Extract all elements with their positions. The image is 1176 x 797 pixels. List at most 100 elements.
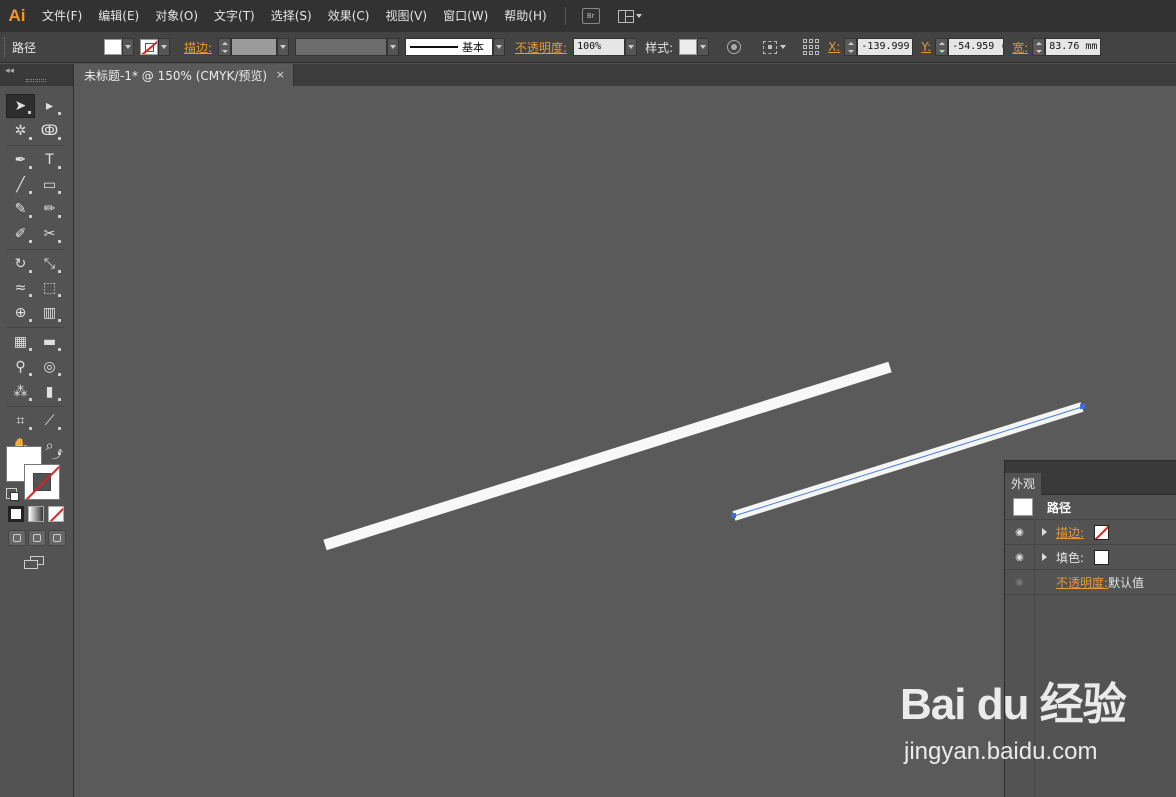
width-spinner[interactable]	[1032, 38, 1046, 56]
line-segment-tool[interactable]: ╱	[6, 173, 35, 197]
panel-header[interactable]	[1005, 461, 1176, 473]
appearance-stroke-row[interactable]: ◉ 描边:	[1005, 519, 1176, 545]
warp-tool[interactable]: ≈	[6, 276, 35, 300]
panel-grip[interactable]	[26, 79, 46, 82]
menu-select[interactable]: 选择(S)	[263, 0, 320, 32]
stroke-dropdown[interactable]	[158, 38, 170, 56]
screen-mode-button[interactable]	[24, 556, 44, 570]
variable-width-profile[interactable]	[295, 38, 388, 56]
style-dropdown[interactable]	[697, 38, 710, 56]
type-tool[interactable]: T	[35, 148, 64, 172]
blob-brush-tool[interactable]: ✐	[6, 222, 35, 246]
opacity-field[interactable]: 100%	[573, 38, 626, 56]
bridge-button[interactable]: Br	[581, 8, 600, 24]
menu-edit[interactable]: 编辑(E)	[90, 0, 147, 32]
panel-grip[interactable]	[4, 37, 8, 57]
menu-type[interactable]: 文字(T)	[206, 0, 263, 32]
document-tab[interactable]: 未标题-1* @ 150% (CMYK/预览) ×	[74, 64, 294, 86]
anchor-point[interactable]	[731, 513, 736, 518]
eyedropper-tool[interactable]: ⚲	[6, 355, 35, 379]
artboard-tool[interactable]: ⌗	[6, 409, 35, 433]
stroke-none-swatch[interactable]	[1094, 524, 1110, 540]
direct-selection-tool[interactable]: ▸	[35, 94, 64, 118]
none-mode-button[interactable]	[48, 506, 64, 522]
menu-help[interactable]: 帮助(H)	[496, 0, 554, 32]
opacity-link[interactable]: 不透明度:	[515, 39, 567, 56]
x-field[interactable]: -139.999	[857, 38, 914, 56]
gradient-tool[interactable]: ▬	[35, 330, 64, 354]
opacity-dropdown[interactable]	[625, 38, 638, 56]
scale-tool[interactable]: ⤡	[35, 252, 64, 276]
lasso-tool[interactable]: ↂ	[35, 119, 64, 143]
column-graph-tool[interactable]: ▮	[35, 380, 64, 404]
shape-builder-tool[interactable]: ⊕	[6, 301, 35, 325]
color-mode-button[interactable]	[8, 506, 24, 522]
width-profile-dropdown[interactable]	[387, 38, 400, 56]
fill-swatch[interactable]	[104, 39, 122, 55]
draw-inside-button[interactable]	[48, 530, 66, 546]
workspace-layout-button[interactable]	[617, 9, 642, 23]
slice-tool[interactable]: ⟋	[35, 409, 64, 433]
width-field[interactable]: 83.76 mm	[1045, 38, 1102, 56]
collapse-icon[interactable]: ◂◂	[5, 66, 14, 76]
menu-view[interactable]: 视图(V)	[377, 0, 435, 32]
swap-fill-stroke-icon[interactable]: ⤴	[52, 446, 63, 462]
menu-effect[interactable]: 效果(C)	[320, 0, 378, 32]
expand-triangle-icon[interactable]	[1042, 528, 1047, 536]
blend-tool[interactable]: ◎	[35, 355, 64, 379]
graphic-style-swatch[interactable]	[679, 39, 698, 55]
y-field[interactable]: -54.959 (	[948, 38, 1005, 56]
width-link[interactable]: 宽:	[1012, 39, 1028, 56]
appearance-object-row[interactable]: 路径	[1005, 495, 1176, 520]
stroke-color-box[interactable]	[24, 464, 60, 500]
appearance-opacity-link[interactable]: 不透明度:	[1056, 574, 1108, 591]
close-icon[interactable]: ×	[276, 68, 285, 81]
perspective-grid-tool[interactable]: ▥	[35, 301, 64, 325]
selection-tool[interactable]: ➤	[6, 94, 35, 118]
rotate-tool[interactable]: ↻	[6, 252, 35, 276]
expand-triangle-icon[interactable]	[1042, 553, 1047, 561]
symbol-sprayer-tool[interactable]: ⁂	[6, 380, 35, 404]
stroke-weight-spinner[interactable]	[218, 38, 232, 56]
y-spinner[interactable]	[935, 38, 949, 56]
menu-object[interactable]: 对象(O)	[147, 0, 206, 32]
gradient-mode-button[interactable]	[28, 506, 44, 522]
fill-dropdown[interactable]	[122, 38, 134, 56]
stroke-link[interactable]: 描边:	[184, 39, 212, 56]
stroke-weight-dropdown[interactable]	[277, 38, 290, 56]
eye-icon[interactable]: ◉	[1005, 519, 1035, 545]
menu-file[interactable]: 文件(F)	[34, 0, 90, 32]
pencil-tool[interactable]: ✏	[35, 197, 64, 221]
stroke-swatch[interactable]	[140, 39, 158, 55]
draw-normal-button[interactable]	[8, 530, 26, 546]
paintbrush-tool[interactable]: ✎	[6, 197, 35, 221]
unselected-line-path[interactable]	[323, 361, 892, 551]
tab-appearance[interactable]: 外观	[1005, 473, 1041, 495]
brush-dropdown[interactable]	[493, 38, 506, 56]
fill-white-swatch[interactable]	[1094, 549, 1110, 565]
chevron-down-icon[interactable]	[780, 45, 787, 49]
anchor-point[interactable]	[1080, 404, 1085, 409]
recolor-artwork-icon[interactable]	[727, 40, 742, 54]
mesh-tool[interactable]: ▦	[6, 330, 35, 354]
stroke-weight-field[interactable]	[231, 38, 278, 56]
x-link[interactable]: X:	[828, 40, 840, 54]
appearance-stroke-link[interactable]: 描边:	[1056, 524, 1084, 541]
rectangle-tool[interactable]: ▭	[35, 173, 64, 197]
scissors-tool[interactable]: ✂	[35, 222, 64, 246]
eye-icon[interactable]: ◉	[1005, 569, 1035, 595]
pen-tool[interactable]: ✒	[6, 148, 35, 172]
default-fill-stroke-icon[interactable]	[6, 488, 19, 501]
reference-point-icon[interactable]	[802, 38, 820, 56]
magic-wand-tool[interactable]: ✲	[6, 119, 35, 143]
appearance-opacity-row[interactable]: ◉ 不透明度: 默认值	[1005, 569, 1176, 595]
eye-icon[interactable]: ◉	[1005, 544, 1035, 570]
free-transform-tool[interactable]: ⬚	[35, 276, 64, 300]
appearance-fill-row[interactable]: ◉ 填色:	[1005, 544, 1176, 570]
x-spinner[interactable]	[844, 38, 858, 56]
y-link[interactable]: Y:	[921, 40, 931, 54]
select-similar-icon[interactable]	[763, 40, 778, 54]
menu-window[interactable]: 窗口(W)	[435, 0, 496, 32]
brush-definition[interactable]: 基本	[405, 38, 494, 56]
draw-behind-button[interactable]	[28, 530, 46, 546]
